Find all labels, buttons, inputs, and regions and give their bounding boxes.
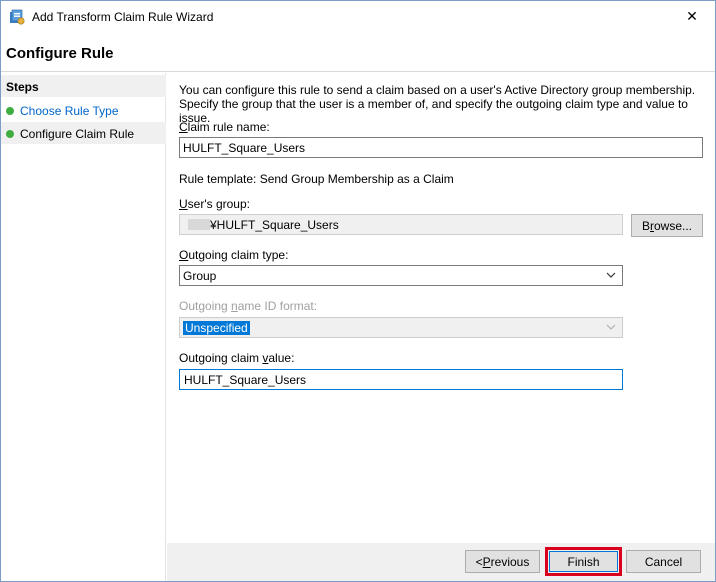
access-key: n [231, 299, 238, 313]
finish-highlight: Finish [545, 547, 622, 576]
label-text: alue: [268, 351, 295, 365]
title-bar: Add Transform Claim Rule Wizard ✕ [1, 1, 715, 32]
steps-heading: Steps [1, 75, 166, 97]
step-status-dot-icon [6, 130, 14, 138]
finish-button[interactable]: Finish [549, 551, 618, 572]
redacted-domain [188, 219, 210, 230]
step-status-dot-icon [6, 107, 14, 115]
steps-pane: Steps Choose Rule Type Configure Claim R… [1, 73, 166, 581]
main-pane: You can configure this rule to send a cl… [167, 73, 715, 543]
outgoing-claim-type-select[interactable]: Group [179, 265, 623, 286]
outgoing-claim-type-value: Group [183, 269, 217, 283]
previous-button[interactable]: < Previous [465, 550, 540, 573]
step-choose-rule-type[interactable]: Choose Rule Type [1, 99, 166, 121]
browse-button[interactable]: Br owse... [631, 214, 703, 237]
access-key: U [179, 197, 188, 211]
access-key: O [179, 248, 189, 262]
header-band: Configure Rule [1, 32, 715, 72]
cancel-button[interactable]: Cancel [626, 550, 701, 573]
wizard-app-icon [10, 9, 25, 25]
chevron-down-icon [606, 272, 616, 278]
outgoing-claim-type-label: Outgoing claim type: [179, 248, 288, 262]
rule-description: You can configure this rule to send a cl… [179, 83, 696, 125]
step-label: Configure Claim Rule [20, 127, 135, 141]
browse-label-post: owse... [654, 218, 693, 233]
step-configure-claim-rule[interactable]: Configure Claim Rule [1, 122, 166, 144]
claim-rule-name-input[interactable]: HULFT_Square_Users [179, 137, 703, 158]
access-key: C [179, 120, 188, 134]
previous-label-pre: < [475, 554, 483, 569]
outgoing-name-id-format-value: Unspecified [183, 321, 250, 335]
rule-template-text: Rule template: Send Group Membership as … [179, 172, 454, 186]
claim-rule-name-label: Claim rule name: [179, 120, 270, 134]
label-text: ser's group: [187, 197, 250, 211]
close-icon: ✕ [686, 8, 698, 24]
outgoing-name-id-format-select: Unspecified [179, 317, 623, 338]
outgoing-claim-value-input[interactable]: HULFT_Square_Users [179, 369, 623, 390]
users-group-value: ¥HULFT_Square_Users [210, 218, 339, 232]
wizard-window: Add Transform Claim Rule Wizard ✕ Config… [0, 0, 716, 582]
outgoing-claim-value-value: HULFT_Square_Users [184, 373, 307, 387]
label-text: ame ID format: [237, 299, 318, 313]
outgoing-claim-value-label: Outgoing claim value: [179, 351, 294, 365]
browse-label-pre: B [641, 218, 650, 233]
access-key: P [482, 554, 491, 569]
label-pre: Outgoing [179, 299, 232, 313]
users-group-input[interactable]: ¥HULFT_Square_Users [179, 214, 623, 235]
close-button[interactable]: ✕ [669, 1, 715, 32]
label-text: utgoing claim type: [188, 248, 289, 262]
label-text: laim rule name: [187, 120, 270, 134]
previous-label-rest: revious [490, 554, 530, 569]
wizard-footer: < Previous Finish Cancel [167, 543, 715, 581]
chevron-down-icon [606, 324, 616, 330]
window-title: Add Transform Claim Rule Wizard [32, 10, 214, 24]
claim-rule-name-value: HULFT_Square_Users [183, 141, 306, 155]
label-pre: Outgoing claim [179, 351, 263, 365]
outgoing-name-id-format-label: Outgoing name ID format: [179, 299, 317, 313]
users-group-label: User's group: [179, 197, 250, 211]
step-label: Choose Rule Type [20, 104, 119, 118]
page-title: Configure Rule [6, 45, 114, 62]
